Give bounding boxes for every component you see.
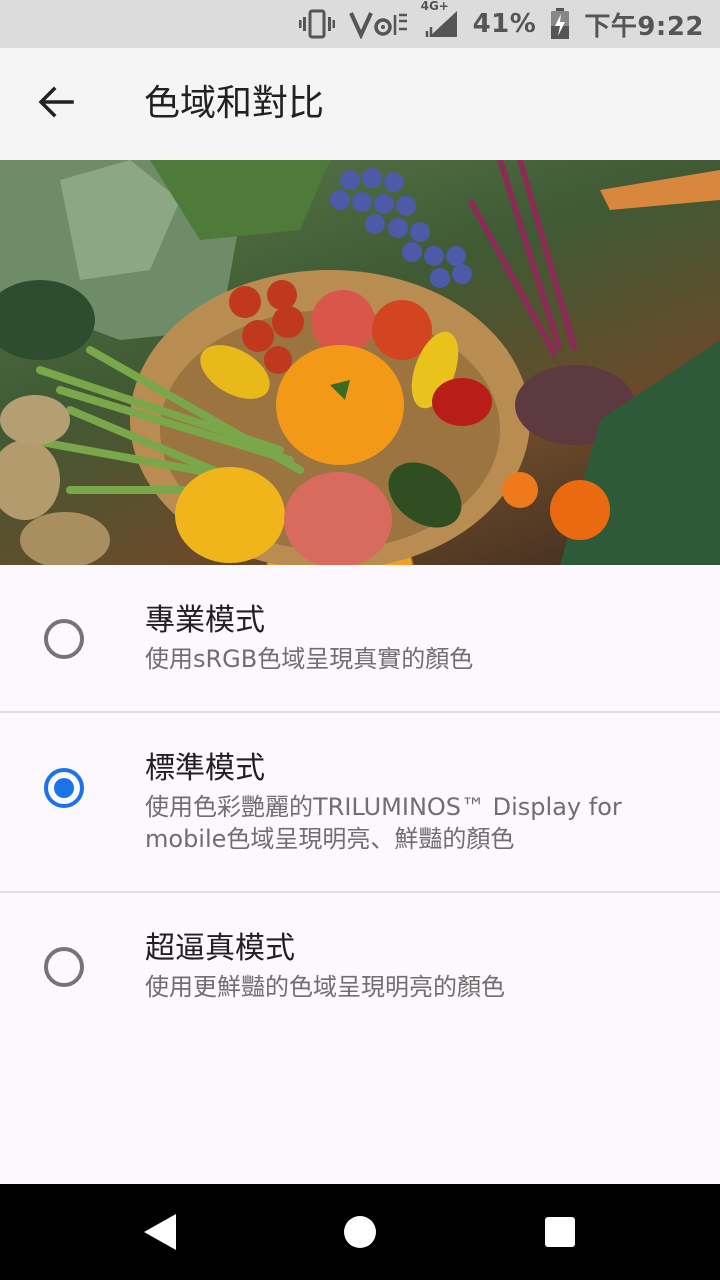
navigation-bar [0,1184,720,1280]
option-professional-mode[interactable]: 專業模式 使用sRGB色域呈現真實的顏色 [0,565,720,713]
back-triangle-icon [136,1214,184,1260]
clock: 下午9:22 [584,11,704,42]
option-title: 專業模式 [145,603,265,638]
color-preview-image [0,160,720,565]
page-title: 色域和對比 [144,83,325,124]
signal-group: 4G+ [421,0,459,39]
battery-percent: 41% [472,9,537,39]
home-circle-icon [336,1216,384,1260]
radio-button-unchecked[interactable] [44,947,84,987]
volte-wifi-icon [348,9,411,39]
radio-button-unchecked[interactable] [44,619,84,659]
network-type-label: 4G+ [420,0,449,13]
option-standard-mode[interactable]: 標準模式 使用色彩艷麗的TRILUMINOS™ Display for mobi… [0,713,720,893]
status-bar: 4G+ 41% 下午9:22 [0,0,720,48]
battery-charging-icon [550,8,570,40]
option-subtitle: 使用色彩艷麗的TRILUMINOS™ Display for mobile色域呈… [145,793,622,853]
option-super-vivid-mode[interactable]: 超逼真模式 使用更鮮豔的色域呈現明亮的顏色 [0,893,720,1041]
option-subtitle: 使用更鮮豔的色域呈現明亮的顏色 [145,973,505,1001]
back-button[interactable] [28,76,84,132]
nav-home-button[interactable] [336,1208,384,1256]
arrow-back-icon [38,84,74,124]
nav-back-button[interactable] [136,1208,184,1256]
signal-icon [425,9,459,39]
radio-button-checked[interactable] [44,768,84,808]
recents-square-icon [536,1217,584,1260]
app-bar: 色域和對比 [0,48,720,160]
vibrate-icon [298,9,335,39]
option-subtitle: 使用sRGB色域呈現真實的顏色 [145,645,474,673]
option-title: 標準模式 [145,751,265,786]
option-title: 超逼真模式 [145,931,295,966]
color-mode-options: 專業模式 使用sRGB色域呈現真實的顏色 標準模式 使用色彩艷麗的TRILUMI… [0,565,720,1041]
nav-recents-button[interactable] [536,1208,584,1256]
